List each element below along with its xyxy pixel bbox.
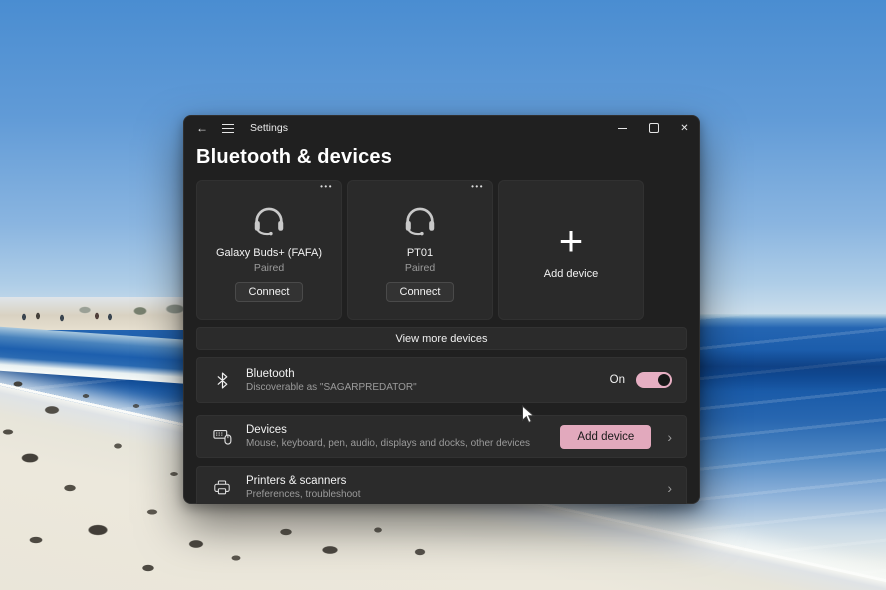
connect-button[interactable]: Connect (234, 282, 304, 302)
add-device-button[interactable]: Add device (560, 424, 652, 449)
bluetooth-text: Bluetooth Discoverable as "SAGARPREDATOR… (246, 368, 417, 393)
devices-text: Devices Mouse, keyboard, pen, audio, dis… (246, 424, 530, 449)
bluetooth-row: Bluetooth Discoverable as "SAGARPREDATOR… (196, 357, 687, 403)
close-button[interactable]: ✕ (669, 115, 700, 141)
settings-window: ← Settings ✕ Bluetooth & devices ••• Gal… (183, 115, 700, 504)
bluetooth-toggle-area: On (610, 372, 672, 388)
headset-icon (250, 204, 288, 236)
view-more-devices-button[interactable]: View more devices (196, 327, 687, 350)
device-card-pt01: ••• PT01 Paired Connect (347, 180, 493, 320)
devices-icon (211, 429, 233, 445)
printers-text: Printers & scanners Preferences, trouble… (246, 475, 361, 500)
printer-icon (211, 479, 233, 496)
plus-icon: + (558, 216, 584, 264)
back-button[interactable]: ← (189, 117, 215, 139)
card-more-options-icon[interactable]: ••• (471, 182, 484, 191)
bluetooth-title: Bluetooth (246, 367, 295, 380)
page-title: Bluetooth & devices (196, 146, 393, 168)
mouse-cursor (521, 404, 535, 430)
app-title: Settings (250, 122, 288, 134)
maximize-button[interactable] (638, 115, 669, 141)
chevron-right-icon: › (667, 479, 672, 496)
view-more-devices-label: View more devices (395, 332, 488, 345)
page-content: Bluetooth & devices ••• Galaxy Buds+ (FA… (183, 146, 700, 504)
toggle-state-label: On (609, 374, 625, 386)
device-name: PT01 (406, 247, 434, 259)
maximize-icon (648, 123, 659, 133)
devices-title: Devices (246, 424, 287, 436)
devices-subtitle: Mouse, keyboard, pen, audio, displays an… (246, 438, 531, 449)
minimize-button[interactable] (607, 115, 638, 141)
card-more-options-icon[interactable]: ••• (320, 182, 333, 191)
bluetooth-icon (211, 371, 233, 389)
titlebar: ← Settings ✕ (183, 115, 700, 141)
beach-far-shore (0, 297, 210, 330)
device-card-galaxy-buds: ••• Galaxy Buds+ (FAFA) Paired Connect (196, 180, 342, 320)
devices-actions: Add device › (560, 424, 672, 449)
printers-actions: › (667, 481, 672, 495)
device-status: Paired (404, 262, 436, 274)
back-arrow-icon: ← (196, 121, 208, 135)
printers-title: Printers & scanners (246, 475, 347, 487)
nav-menu-button[interactable] (215, 117, 241, 139)
screen: ← Settings ✕ Bluetooth & devices ••• Gal… (0, 0, 886, 590)
devices-row[interactable]: Devices Mouse, keyboard, pen, audio, dis… (196, 415, 687, 458)
printers-row[interactable]: Printers & scanners Preferences, trouble… (196, 466, 687, 504)
bluetooth-toggle[interactable] (636, 372, 672, 388)
headset-icon (401, 204, 439, 236)
bluetooth-subtitle: Discoverable as "SAGARPREDATOR" (246, 381, 417, 393)
add-device-label: Add device (543, 267, 599, 280)
device-cards: ••• Galaxy Buds+ (FAFA) Paired Connect •… (196, 180, 687, 320)
hamburger-icon (222, 123, 234, 133)
chevron-right-icon: › (667, 428, 672, 445)
add-device-card[interactable]: + Add device (498, 180, 644, 320)
minimize-icon (618, 127, 627, 129)
device-name: Galaxy Buds+ (FAFA) (215, 247, 323, 259)
printers-subtitle: Preferences, troubleshoot (246, 489, 361, 500)
window-controls: ✕ (607, 115, 700, 141)
close-icon: ✕ (680, 122, 689, 134)
toggle-knob (658, 374, 670, 386)
connect-button[interactable]: Connect (385, 282, 455, 302)
device-status: Paired (253, 262, 285, 274)
